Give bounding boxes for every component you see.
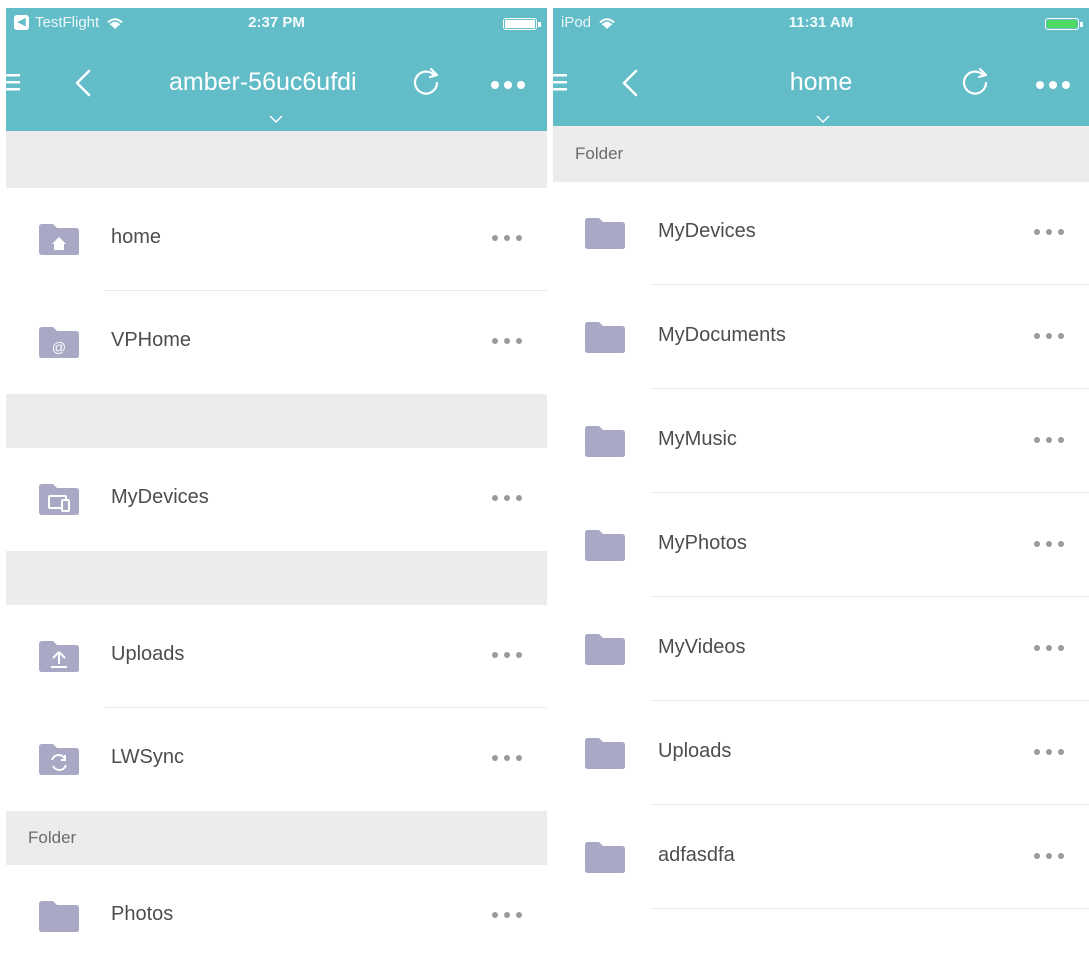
list-item-label: MyVideos xyxy=(658,636,746,658)
refresh-icon[interactable] xyxy=(959,66,991,98)
devices-folder-icon xyxy=(38,482,80,516)
right-screen: iPod 11:31 AM home Folder MyDevices MyDo… xyxy=(553,8,1089,964)
chevron-down-icon[interactable] xyxy=(815,114,831,124)
divider xyxy=(652,803,1089,805)
list-item[interactable]: LWSync xyxy=(6,708,547,811)
list-item[interactable]: MyPhotos xyxy=(553,494,1089,597)
back-arrow-icon[interactable] xyxy=(72,68,94,98)
divider xyxy=(652,387,1089,389)
more-options-icon[interactable] xyxy=(489,752,525,764)
more-options-icon[interactable] xyxy=(489,335,525,347)
folder-icon xyxy=(584,424,626,458)
more-options-icon[interactable] xyxy=(489,909,525,921)
folder-icon xyxy=(584,840,626,874)
list-item-label: adfasdfa xyxy=(658,844,735,866)
menu-icon[interactable] xyxy=(6,72,22,92)
more-options-icon[interactable] xyxy=(1031,642,1067,654)
list-item-label: Uploads xyxy=(111,643,185,665)
folder-icon xyxy=(584,632,626,666)
section-spacer xyxy=(6,394,547,448)
list-item[interactable]: MyDocuments xyxy=(553,286,1089,389)
section-spacer xyxy=(6,131,547,188)
refresh-icon[interactable] xyxy=(410,66,442,98)
section-header: Folder xyxy=(553,126,1089,182)
home-folder-icon xyxy=(38,222,80,256)
divider xyxy=(652,907,1089,909)
more-options-icon[interactable] xyxy=(1031,434,1067,446)
battery-charging-icon xyxy=(1045,18,1083,30)
more-options-icon[interactable] xyxy=(489,232,525,244)
more-options-icon[interactable] xyxy=(489,492,525,504)
more-options-icon[interactable] xyxy=(489,649,525,661)
list-item-label: VPHome xyxy=(111,329,192,351)
folder-icon xyxy=(584,736,626,770)
divider xyxy=(652,595,1089,597)
left-screen: ◀ TestFlight 2:37 PM amber-56uc6ufdi hom… xyxy=(6,8,547,964)
nav-title[interactable]: amber-56uc6ufdi xyxy=(169,68,357,97)
list-item[interactable]: home xyxy=(6,188,547,291)
chevron-down-icon[interactable] xyxy=(268,114,284,124)
list-item[interactable]: Uploads xyxy=(6,605,547,708)
nav-title[interactable]: home xyxy=(553,68,1089,97)
status-time: 11:31 AM xyxy=(788,14,854,31)
sync-folder-icon xyxy=(38,742,80,776)
folder-icon xyxy=(38,899,80,933)
list-item-label: MyPhotos xyxy=(658,532,747,554)
more-options-icon[interactable] xyxy=(490,80,526,90)
more-options-icon[interactable] xyxy=(1031,850,1067,862)
status-bar: iPod 11:31 AM xyxy=(553,8,1089,38)
divider xyxy=(652,699,1089,701)
section-label: Folder xyxy=(575,144,624,163)
header-bar: ◀ TestFlight 2:37 PM amber-56uc6ufdi xyxy=(6,8,547,131)
list-item[interactable]: Photos xyxy=(6,865,547,964)
divider xyxy=(652,491,1089,493)
battery-icon xyxy=(503,18,541,30)
section-header: Folder xyxy=(6,811,547,865)
list-item[interactable]: MyMusic xyxy=(553,390,1089,493)
at-folder-icon: @ xyxy=(38,325,80,359)
status-bar: ◀ TestFlight 2:37 PM xyxy=(6,8,547,38)
navigation-bar: home xyxy=(553,48,1089,128)
folder-icon xyxy=(584,528,626,562)
navigation-bar: amber-56uc6ufdi xyxy=(6,48,547,128)
list-item-label: MyDevices xyxy=(658,220,756,242)
list-item[interactable]: @ VPHome xyxy=(6,291,547,394)
list-item-label: home xyxy=(111,226,162,248)
svg-text:@: @ xyxy=(52,339,66,355)
list-item[interactable]: MyDevices xyxy=(553,182,1089,285)
list-item-label: MyDocuments xyxy=(658,324,786,346)
more-options-icon[interactable] xyxy=(1031,746,1067,758)
divider xyxy=(652,283,1089,285)
list-item[interactable]: MyDevices xyxy=(6,448,547,551)
more-options-icon[interactable] xyxy=(1031,538,1067,550)
header-bar: iPod 11:31 AM home xyxy=(553,8,1089,126)
more-options-icon[interactable] xyxy=(1031,330,1067,342)
list-item-label: Photos xyxy=(111,903,174,925)
folder-icon xyxy=(584,216,626,250)
list-item-label: MyMusic xyxy=(658,428,737,450)
folder-icon xyxy=(584,320,626,354)
list-item-label: Uploads xyxy=(658,740,732,762)
more-options-icon[interactable] xyxy=(1035,80,1071,90)
list-item-label: LWSync xyxy=(111,746,184,768)
upload-folder-icon xyxy=(38,639,80,673)
list-item[interactable]: Uploads xyxy=(553,702,1089,805)
section-label: Folder xyxy=(28,828,77,847)
list-item[interactable]: adfasdfa xyxy=(553,806,1089,909)
status-time: 2:37 PM xyxy=(248,14,305,31)
section-spacer xyxy=(6,551,547,605)
more-options-icon[interactable] xyxy=(1031,226,1067,238)
list-item[interactable]: MyVideos xyxy=(553,598,1089,701)
list-item-label: MyDevices xyxy=(111,486,209,508)
